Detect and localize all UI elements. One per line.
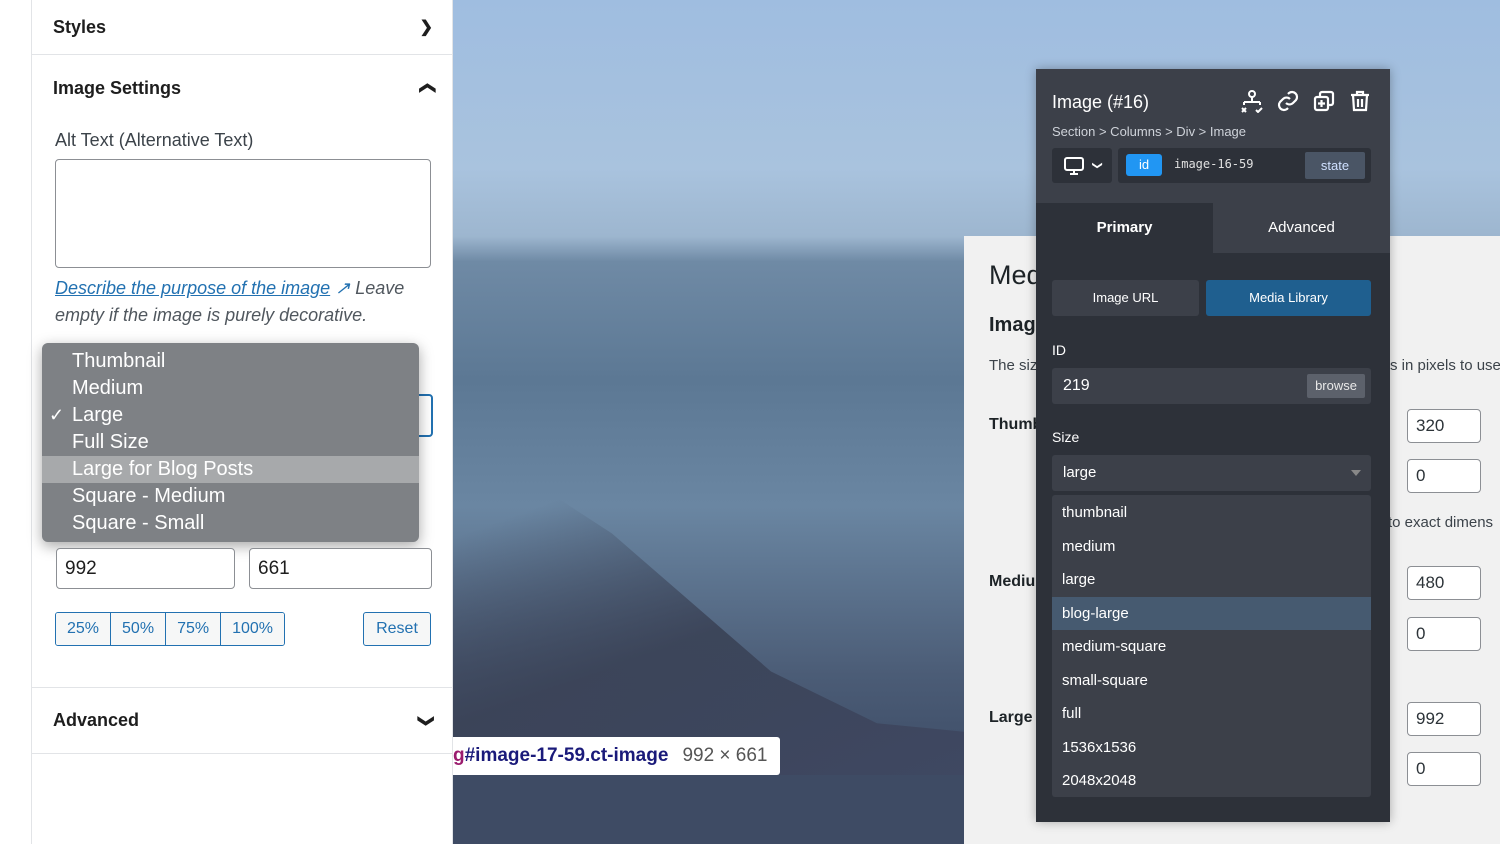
chevron-down-icon: ❯ xyxy=(417,713,435,728)
size-option[interactable]: thumbnail xyxy=(1052,496,1371,530)
link-icon[interactable] xyxy=(1276,89,1300,113)
breadcrumb: Section > Columns > Div > Image xyxy=(1052,124,1247,139)
height-input[interactable]: 661 xyxy=(249,548,432,589)
advanced-panel-toggle[interactable]: Advanced ❯ xyxy=(32,687,453,754)
id-badge[interactable]: id xyxy=(1126,154,1162,176)
size-select[interactable]: large xyxy=(1052,455,1371,491)
oxygen-properties-panel: Image (#16) Section > Columns > Div > Im… xyxy=(1036,69,1390,822)
alt-text-label: Alt Text (Alternative Text) xyxy=(55,130,254,150)
header-actions xyxy=(1240,89,1372,113)
selector-bar: id image-16-59 state xyxy=(1118,148,1371,183)
size-select-value: large xyxy=(1063,464,1097,481)
image-settings-panel-toggle[interactable]: Image Settings ❯ xyxy=(32,55,453,121)
trash-icon[interactable] xyxy=(1348,89,1372,113)
media-library-button[interactable]: Media Library xyxy=(1206,280,1371,316)
crop-text: to exact dimens xyxy=(1388,514,1494,531)
dimensions: 992 × 661 xyxy=(682,745,768,766)
thumbnail-label: Thumb xyxy=(989,416,1043,433)
page-title: Med xyxy=(989,260,1042,290)
size-option-square-medium[interactable]: Square - Medium xyxy=(42,483,419,510)
describe-purpose-link[interactable]: Describe the purpose of the image xyxy=(55,278,330,298)
element-selector-tooltip: g#image-17-59.ct-image 992 × 661 xyxy=(453,737,780,775)
caret-down-icon xyxy=(1351,470,1361,476)
size-option-medium[interactable]: Medium xyxy=(42,375,419,402)
id-input-value: 219 xyxy=(1063,377,1090,394)
medium-height-input[interactable]: 0 xyxy=(1407,617,1481,651)
chevron-down-icon: ❯ xyxy=(1091,161,1103,170)
advanced-label: Advanced xyxy=(53,710,140,730)
size-option-square-small[interactable]: Square - Small xyxy=(42,510,419,537)
size-option[interactable]: large xyxy=(1052,563,1371,597)
chevron-up-icon: ❯ xyxy=(418,81,436,95)
large-width-input[interactable]: 992 xyxy=(1407,702,1481,736)
device-selector[interactable]: ❯ xyxy=(1052,148,1112,183)
size-option[interactable]: 2048x2048 xyxy=(1052,764,1371,798)
image-size-dropdown: Thumbnail Medium ✓ Large Full Size Large … xyxy=(42,343,419,542)
size-option-full[interactable]: Full Size xyxy=(42,429,419,456)
block-settings-sidebar: Styles ❯ Image Settings ❯ Alt Text (Alte… xyxy=(32,0,453,844)
option-label: Thumbnail xyxy=(72,350,166,372)
alt-text-input[interactable] xyxy=(55,159,431,268)
size-dropdown-list: thumbnail medium large blog-large medium… xyxy=(1052,495,1371,797)
width-input[interactable]: 992 xyxy=(56,548,235,589)
selector-text: #image-17-59.ct-image xyxy=(464,745,669,766)
medium-label: Mediu xyxy=(989,573,1036,590)
chevron-down-icon: ❯ xyxy=(419,19,433,36)
section-title: Imag xyxy=(989,314,1036,336)
styles-label: Styles xyxy=(53,16,107,37)
checkmark-icon: ✓ xyxy=(49,405,65,425)
size-option-hovered[interactable]: blog-large xyxy=(1052,596,1371,630)
option-label: Large for Blog Posts xyxy=(72,458,254,480)
alt-text-help: Describe the purpose of the image ↗ Leav… xyxy=(55,275,435,329)
styles-panel-toggle[interactable]: Styles ❯ xyxy=(32,0,453,55)
canvas-footer xyxy=(453,775,964,844)
large-height-input[interactable]: 0 xyxy=(1407,752,1481,786)
size-option[interactable]: small-square xyxy=(1052,664,1371,698)
option-label: Medium xyxy=(72,377,144,399)
browse-button[interactable]: browse xyxy=(1307,374,1365,398)
pct-25-button[interactable]: 25% xyxy=(56,613,112,645)
size-option-large[interactable]: ✓ Large xyxy=(42,402,419,429)
duplicate-icon[interactable] xyxy=(1312,89,1336,113)
reset-button[interactable]: Reset xyxy=(363,612,431,646)
tab-advanced[interactable]: Advanced xyxy=(1213,203,1390,253)
structure-icon[interactable] xyxy=(1240,89,1264,113)
option-label: Full Size xyxy=(72,431,149,453)
pct-100-button[interactable]: 100% xyxy=(221,613,285,645)
pct-50-button[interactable]: 50% xyxy=(111,613,167,645)
option-label: Square - Small xyxy=(72,512,205,534)
state-button[interactable]: state xyxy=(1305,152,1365,179)
size-option-blog-large[interactable]: Large for Blog Posts xyxy=(42,456,419,483)
id-label: ID xyxy=(1052,342,1066,358)
element-title: Image (#16) xyxy=(1052,92,1150,112)
external-link-icon: ↗ xyxy=(330,278,351,298)
size-option[interactable]: medium xyxy=(1052,530,1371,564)
large-label: Large xyxy=(989,709,1033,726)
image-settings-label: Image Settings xyxy=(53,77,182,98)
pct-75-button[interactable]: 75% xyxy=(166,613,222,645)
percent-button-group: 25% 50% 75% 100% xyxy=(55,612,286,646)
size-option-thumbnail[interactable]: Thumbnail xyxy=(42,348,419,375)
desc-left: The siz xyxy=(989,357,1038,374)
option-label: Large xyxy=(72,404,124,426)
thumbnail-height-input[interactable]: 0 xyxy=(1407,459,1481,493)
medium-width-input[interactable]: 480 xyxy=(1407,566,1481,600)
desc-right: s in pixels to use xyxy=(1390,357,1500,374)
size-option[interactable]: medium-square xyxy=(1052,630,1371,664)
thumbnail-width-input[interactable]: 320 xyxy=(1407,409,1481,443)
desktop-icon xyxy=(1063,156,1084,175)
option-label: Square - Medium xyxy=(72,485,226,507)
image-id-input[interactable]: 219 browse xyxy=(1052,368,1371,404)
panel-header: Image (#16) Section > Columns > Div > Im… xyxy=(1036,69,1390,203)
image-url-button[interactable]: Image URL xyxy=(1052,280,1199,316)
tab-primary[interactable]: Primary xyxy=(1036,203,1213,253)
size-option[interactable]: full xyxy=(1052,697,1371,731)
size-label: Size xyxy=(1052,429,1080,445)
size-option[interactable]: 1536x1536 xyxy=(1052,731,1371,765)
left-strip xyxy=(0,0,32,844)
id-value: image-16-59 xyxy=(1174,157,1254,171)
selector-prefix: g xyxy=(453,745,465,766)
